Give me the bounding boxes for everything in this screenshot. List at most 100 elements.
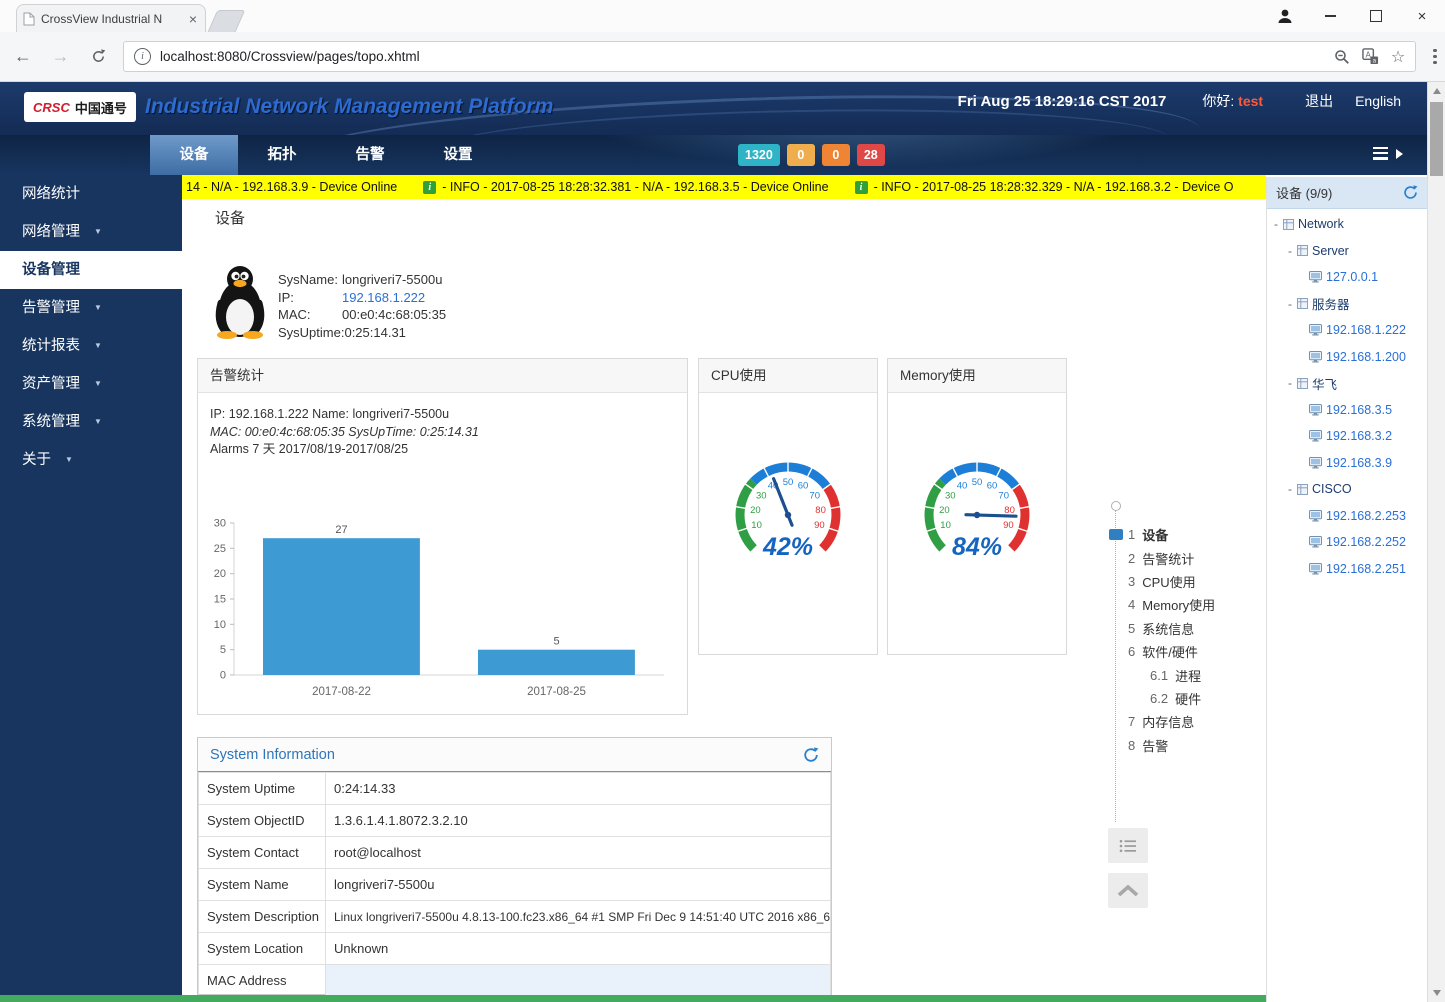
alarm-ticker[interactable]: 14 - N/A - 192.168.3.9 - Device Online i… <box>182 175 1266 199</box>
tree-node-device[interactable]: 192.168.2.252 <box>1267 529 1427 556</box>
tree-node-device[interactable]: 192.168.3.2 <box>1267 423 1427 450</box>
sidebar-item-system-mgmt[interactable]: 系统管理▼ <box>0 403 182 441</box>
system-info-title: System Information <box>210 747 335 763</box>
collapse-icon[interactable]: - <box>1285 482 1295 496</box>
sysinfo-label: System ObjectID <box>199 805 326 837</box>
back-button[interactable]: ← <box>8 42 38 72</box>
panel-toggle-icon[interactable] <box>1373 146 1403 164</box>
tree-node-device[interactable]: 192.168.3.9 <box>1267 450 1427 477</box>
translate-icon[interactable]: Aa <box>1362 48 1379 65</box>
reload-button[interactable] <box>83 42 113 72</box>
sidebar-item-about[interactable]: 关于▼ <box>0 441 182 479</box>
svg-text:30: 30 <box>945 491 956 502</box>
tree-node-device[interactable]: 192.168.3.5 <box>1267 397 1427 424</box>
svg-text:27: 27 <box>335 524 347 536</box>
scroll-down-icon[interactable] <box>1433 990 1441 996</box>
language-link[interactable]: English <box>1355 93 1401 109</box>
sidebar-item-asset-mgmt[interactable]: 资产管理▼ <box>0 365 182 403</box>
back-to-top-button[interactable] <box>1108 873 1148 908</box>
svg-text:10: 10 <box>751 520 762 531</box>
profile-icon[interactable] <box>1263 7 1307 25</box>
nav-tab-settings[interactable]: 设置 <box>414 135 502 175</box>
logout-link[interactable]: 退出 <box>1305 91 1333 111</box>
nav-tab-alarms[interactable]: 告警 <box>326 135 414 175</box>
outline-list-button[interactable] <box>1108 828 1148 863</box>
bookmark-star-icon[interactable]: ☆ <box>1391 47 1405 67</box>
collapse-icon[interactable]: - <box>1271 217 1281 231</box>
outline-item-device[interactable]: 1设备 <box>1106 523 1215 546</box>
ticker-message: 14 - N/A - 192.168.3.9 - Device Online <box>186 180 397 194</box>
refresh-icon[interactable] <box>803 747 819 763</box>
browser-tab[interactable]: CrossView Industrial N × <box>16 4 206 32</box>
badge-warning-count[interactable]: 0 <box>787 144 815 166</box>
sidebar-item-device-mgmt[interactable]: 设备管理 <box>0 251 182 289</box>
svg-text:50: 50 <box>783 477 794 488</box>
alarm-summary-line: IP: 192.168.1.222 Name: longriveri7-5500… <box>210 406 675 424</box>
greeting-label: 你好: <box>1202 93 1234 109</box>
outline-item-alarms[interactable]: 8告警 <box>1106 734 1215 757</box>
tree-node-device[interactable]: 192.168.1.200 <box>1267 344 1427 371</box>
uptime-value: 0:25:14.31 <box>344 325 405 340</box>
tree-node-group[interactable]: -Network <box>1267 211 1427 238</box>
close-button[interactable]: × <box>1399 0 1445 32</box>
outline-item-software-hardware[interactable]: 6软件/硬件 <box>1106 640 1215 663</box>
alarm-stats-summary: IP: 192.168.1.222 Name: longriveri7-5500… <box>198 393 687 459</box>
browser-menu-icon[interactable] <box>1425 49 1445 65</box>
chevron-down-icon: ▼ <box>94 341 102 350</box>
tab-close-icon[interactable]: × <box>187 11 199 27</box>
tree-node-group[interactable]: -华飞 <box>1267 370 1427 397</box>
app-title: Industrial Network Management Platform <box>145 82 553 135</box>
new-tab-button[interactable] <box>207 10 246 34</box>
outline-item-sysinfo[interactable]: 5系统信息 <box>1106 617 1215 640</box>
sidebar-item-stats-report[interactable]: 统计报表▼ <box>0 327 182 365</box>
ticker-message-text: - INFO - 2017-08-25 18:28:32.329 - N/A -… <box>874 180 1234 194</box>
tree-node-group[interactable]: -服务器 <box>1267 291 1427 318</box>
svg-text:20: 20 <box>750 505 761 516</box>
nav-tab-topology[interactable]: 拓扑 <box>238 135 326 175</box>
sidebar-item-network-mgmt[interactable]: 网络管理▼ <box>0 213 182 251</box>
svg-text:90: 90 <box>1003 520 1014 531</box>
zoom-icon[interactable] <box>1334 49 1350 65</box>
badge-critical-count[interactable]: 28 <box>857 144 885 166</box>
ip-link[interactable]: 192.168.1.222 <box>342 290 425 305</box>
sidebar-item-alarm-mgmt[interactable]: 告警管理▼ <box>0 289 182 327</box>
outline-item-cpu[interactable]: 3CPU使用 <box>1106 570 1215 593</box>
badge-minor-count[interactable]: 0 <box>822 144 850 166</box>
badge-info-count[interactable]: 1320 <box>738 144 780 166</box>
scrollbar-thumb[interactable] <box>1430 102 1443 176</box>
outline-item-memory-info[interactable]: 7内存信息 <box>1106 710 1215 733</box>
address-bar[interactable]: i localhost:8080/Crossview/pages/topo.xh… <box>123 41 1416 72</box>
scroll-up-icon[interactable] <box>1433 88 1441 94</box>
tree-node-device[interactable]: 127.0.0.1 <box>1267 264 1427 291</box>
table-row: System Namelongriveri7-5500u <box>199 869 831 901</box>
tree-node-group[interactable]: -CISCO <box>1267 476 1427 503</box>
outline-item-hardware[interactable]: 6.2硬件 <box>1106 687 1215 710</box>
tree-node-group[interactable]: -Server <box>1267 238 1427 265</box>
page-info-icon[interactable]: i <box>134 48 151 65</box>
minimize-button[interactable] <box>1307 0 1353 32</box>
page-scrollbar[interactable] <box>1427 82 1445 1002</box>
alarm-stats-panel: 告警统计 IP: 192.168.1.222 Name: longriveri7… <box>197 358 688 715</box>
crsc-logo: CRSC 中国通号 <box>24 92 136 122</box>
sidebar: 网络统计 网络管理▼ 设备管理 告警管理▼ 统计报表▼ 资产管理▼ 系统管理▼ … <box>0 175 182 995</box>
outline-item-process[interactable]: 6.1进程 <box>1106 663 1215 686</box>
tree-node-device[interactable]: 192.168.2.251 <box>1267 556 1427 583</box>
nav-tab-devices[interactable]: 设备 <box>150 135 238 175</box>
sidebar-item-network-stats[interactable]: 网络统计 <box>0 175 182 213</box>
tree-node-device[interactable]: 192.168.1.222 <box>1267 317 1427 344</box>
outline-item-memory[interactable]: 4Memory使用 <box>1106 593 1215 616</box>
refresh-icon[interactable] <box>1403 185 1418 200</box>
collapse-icon[interactable]: - <box>1285 297 1295 311</box>
info-icon: i <box>855 181 868 194</box>
page-favicon-icon <box>23 12 35 26</box>
device-tree-title: 设备 (9/9) <box>1276 183 1332 202</box>
forward-button[interactable]: → <box>46 42 76 72</box>
header-right: Fri Aug 25 18:29:16 CST 2017 你好: test 退出… <box>958 91 1401 111</box>
outline-item-alarm-stats[interactable]: 2告警统计 <box>1106 546 1215 569</box>
device-icon <box>1309 563 1322 575</box>
maximize-button[interactable] <box>1353 0 1399 32</box>
collapse-icon[interactable]: - <box>1285 376 1295 390</box>
url-text[interactable]: localhost:8080/Crossview/pages/topo.xhtm… <box>160 49 420 64</box>
tree-node-device[interactable]: 192.168.2.253 <box>1267 503 1427 530</box>
collapse-icon[interactable]: - <box>1285 244 1295 258</box>
